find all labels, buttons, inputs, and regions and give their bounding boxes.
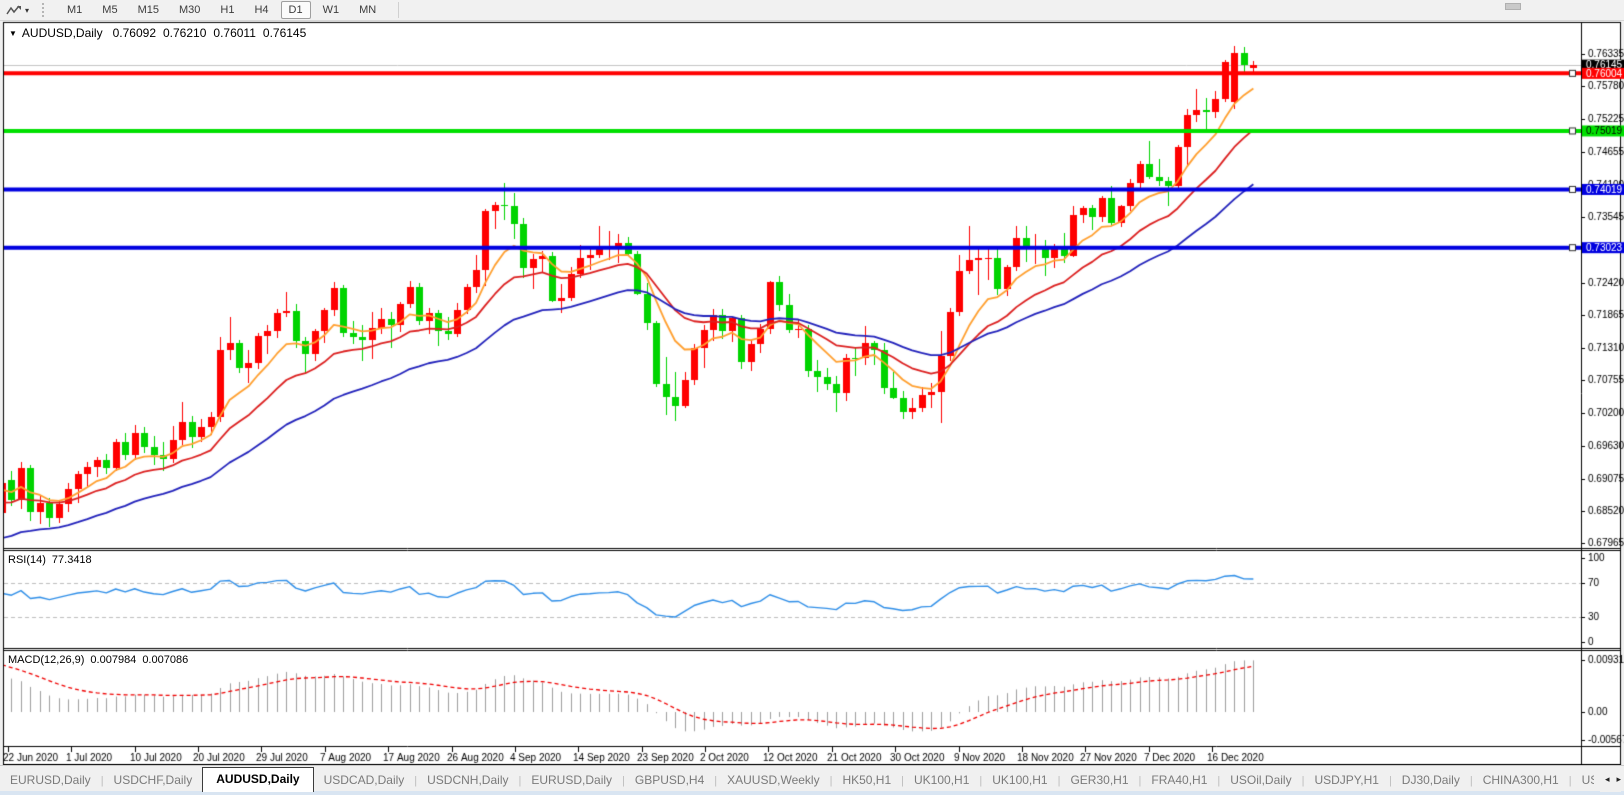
toolbar-divider <box>398 2 400 18</box>
timeframe-button-h1[interactable]: H1 <box>212 1 242 19</box>
mt4-window: ▾ M1 M5 M15 M30 H1 H4 D1 W1 MN ▼ AUDUSD,Daily 0.… <box>0 0 1624 795</box>
tab-uk100-h1[interactable]: UK100,H1 <box>982 769 1057 792</box>
timeframe-button-m30[interactable]: M30 <box>171 1 208 19</box>
symbol-period-label: AUDUSD,Daily <box>21 26 103 40</box>
tab-scroll-left-icon[interactable]: ◂ <box>1605 774 1610 785</box>
symbol-tabbar: EURUSD,Daily | USDCHF,Daily AUDUSD,Daily USD… <box>0 765 1624 792</box>
tab-usdcad-h1[interactable]: USDCAD,H1 <box>1572 769 1594 792</box>
macd-signal-value: 0.007086 <box>142 654 189 666</box>
tab-gbpusd-h4[interactable]: GBPUSD,H4 <box>625 769 714 792</box>
timeframe-button-m15[interactable]: M15 <box>130 1 167 19</box>
tab-usdjpy-h1[interactable]: USDJPY,H1 <box>1304 769 1388 792</box>
tab-usdcad-daily[interactable]: USDCAD,Daily <box>314 769 415 792</box>
chart-title: ▼ AUDUSD,Daily 0.76092 0.76210 0.76011 0… <box>9 26 313 40</box>
macd-name: MACD(12,26,9) <box>8 654 85 666</box>
rsi-value: 77.3418 <box>51 554 92 566</box>
tab-hk50-h1[interactable]: HK50,H1 <box>832 769 901 792</box>
timeframe-button-w1[interactable]: W1 <box>315 1 348 19</box>
tab-scroll-right-icon[interactable]: ▸ <box>1616 774 1621 785</box>
quote-high: 0.76210 <box>163 26 207 40</box>
tab-audusd-daily[interactable]: AUDUSD,Daily <box>202 767 314 792</box>
quote-low: 0.76011 <box>213 26 256 40</box>
timeframe-buttons: M1 M5 M15 M30 H1 H4 D1 W1 MN <box>51 0 392 20</box>
toolbar-grip <box>42 3 45 17</box>
chart-canvas[interactable] <box>0 21 1624 795</box>
collapse-triangle-icon[interactable]: ▼ <box>9 29 17 38</box>
tab-xauusd-weekly[interactable]: XAUUSD,Weekly <box>717 769 829 792</box>
symbol-tabs: EURUSD,Daily | USDCHF,Daily AUDUSD,Daily USD… <box>0 766 1594 792</box>
quote-close: 0.76145 <box>262 26 307 40</box>
tab-fra40-h1[interactable]: FRA40,H1 <box>1141 769 1217 792</box>
tab-eurusd-daily[interactable]: EURUSD,Daily <box>0 769 101 792</box>
tab-usoil-daily[interactable]: USOil,Daily <box>1220 769 1301 792</box>
tab-dj30-daily[interactable]: DJ30,Daily <box>1392 769 1470 792</box>
tab-china300-h1[interactable]: CHINA300,H1 <box>1473 769 1569 792</box>
timeframe-button-m5[interactable]: M5 <box>94 1 125 19</box>
chart-type-icon[interactable] <box>6 4 22 17</box>
chart-scrollbar-thumb[interactable] <box>1505 3 1521 10</box>
tab-eurusd-daily[interactable]: EURUSD,Daily <box>521 769 622 792</box>
macd-main-value: 0.007984 <box>90 654 137 666</box>
tab-ger30-h1[interactable]: GER30,H1 <box>1060 769 1138 792</box>
timeframe-toolbar: ▾ M1 M5 M15 M30 H1 H4 D1 W1 MN <box>0 0 1624 21</box>
quote-open: 0.76092 <box>112 26 156 40</box>
timeframe-button-mn[interactable]: MN <box>351 1 384 19</box>
rsi-name: RSI(14) <box>8 554 46 566</box>
timeframe-button-m1[interactable]: M1 <box>59 1 90 19</box>
timeframe-button-h4[interactable]: H4 <box>246 1 276 19</box>
tab-uk100-h1[interactable]: UK100,H1 <box>904 769 979 792</box>
chevron-down-icon[interactable]: ▾ <box>25 6 29 15</box>
tab-usdcnh-daily[interactable]: USDCNH,Daily <box>417 769 518 792</box>
rsi-indicator-label: RSI(14) 77.3418 <box>8 554 98 566</box>
tab-scroll-arrows: ◂ ▸ <box>1599 766 1621 792</box>
timeframe-button-d1[interactable]: D1 <box>280 1 311 19</box>
tab-usdchf-daily[interactable]: USDCHF,Daily <box>104 769 203 792</box>
macd-indicator-label: MACD(12,26,9) 0.007984 0.007086 <box>8 654 194 666</box>
